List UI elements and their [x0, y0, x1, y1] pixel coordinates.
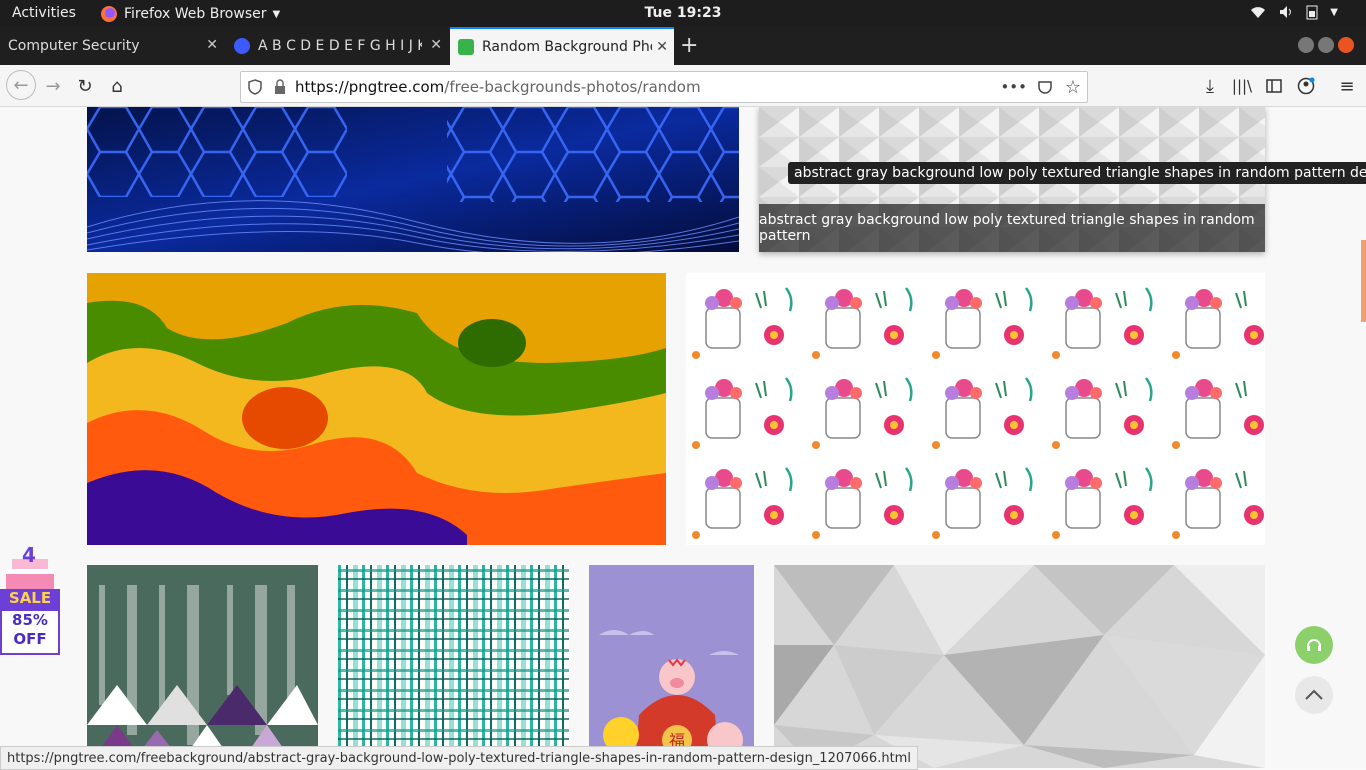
page-actions-button[interactable]: ••• — [1000, 78, 1027, 96]
image-tooltip: abstract gray background low poly textur… — [788, 162, 1366, 184]
battery-icon — [1306, 5, 1318, 20]
thumb-blue-hexagon[interactable] — [87, 107, 739, 252]
window-controls — [1298, 37, 1354, 53]
tracking-shield-icon[interactable] — [247, 79, 263, 95]
image-caption: abstract gray background low poly textur… — [759, 204, 1265, 252]
thumb-green-geometric[interactable] — [87, 565, 318, 768]
close-icon[interactable]: ✕ — [656, 39, 668, 55]
pocket-icon[interactable] — [1037, 79, 1053, 95]
system-top-bar: Activities Firefox Web Browser ▼ Tue 19:… — [0, 0, 1366, 27]
tab-random-background[interactable]: Random Background Pho ✕ — [450, 27, 674, 65]
forward-button[interactable]: → — [40, 73, 66, 99]
url-path: /free-backgrounds-photos/random — [444, 78, 701, 96]
thumb-new-year-pig[interactable]: 福 — [589, 565, 754, 768]
close-window-button[interactable] — [1338, 37, 1354, 53]
site-favicon-icon — [234, 38, 250, 54]
home-button[interactable]: ⌂ — [104, 73, 130, 99]
tab-label: A B C D E D E F G H I J K L — [258, 38, 422, 54]
sidebar-icon[interactable] — [1261, 73, 1287, 99]
thumb-papercut-waves[interactable] — [87, 273, 666, 545]
back-button[interactable]: ← — [6, 70, 36, 100]
new-tab-button[interactable]: + — [680, 33, 698, 58]
pngtree-favicon-icon — [458, 39, 474, 55]
scrollbar-thumb[interactable] — [1361, 240, 1366, 322]
clock[interactable]: Tue 19:23 — [0, 5, 1366, 21]
sale-badge[interactable]: 4 SALE 85% OFF — [0, 543, 60, 655]
headset-icon — [1307, 639, 1321, 651]
sale-discount: 85% OFF — [0, 609, 60, 655]
url-text[interactable]: https://pngtree.com/free-backgrounds-pho… — [295, 78, 701, 96]
account-icon[interactable] — [1293, 73, 1319, 99]
lock-icon[interactable] — [273, 79, 287, 95]
tab-computer-security[interactable]: Computer Security ✕ — [0, 27, 224, 65]
download-icon[interactable]: ⤓ — [1197, 73, 1223, 99]
url-bar[interactable]: https://pngtree.com/free-backgrounds-pho… — [240, 71, 1088, 103]
tab-alphabet[interactable]: A B C D E D E F G H I J K L ✕ — [226, 27, 448, 65]
chevron-down-icon: ▼ — [1330, 7, 1338, 18]
reload-button[interactable]: ↻ — [72, 73, 98, 99]
library-icon[interactable]: |||\ — [1229, 73, 1255, 99]
hamburger-menu-icon[interactable]: ≡ — [1334, 73, 1360, 99]
tab-label: Random Background Pho — [482, 39, 652, 55]
close-icon[interactable]: ✕ — [430, 37, 442, 53]
sale-percent: 85% — [12, 611, 48, 629]
thumb-floral-pattern[interactable] — [686, 273, 1265, 545]
thumb-teal-plaid[interactable] — [338, 565, 569, 768]
sale-label: SALE — [0, 589, 60, 609]
url-host: https://pngtree.com — [295, 78, 445, 96]
support-chat-button[interactable] — [1295, 626, 1333, 664]
minimize-button[interactable] — [1298, 37, 1314, 53]
anniversary-number: 4 — [22, 543, 36, 567]
tab-label: Computer Security — [8, 38, 140, 54]
tab-strip: Computer Security ✕ A B C D E D E F G H … — [0, 27, 1366, 65]
page-content: abstract gray background low poly textur… — [0, 107, 1366, 768]
scroll-to-top-button[interactable] — [1295, 676, 1333, 714]
thumb-gray-low-poly[interactable] — [774, 565, 1265, 768]
sale-off: OFF — [13, 630, 47, 648]
chevron-up-icon — [1305, 689, 1323, 700]
bookmark-star-icon[interactable]: ☆ — [1065, 77, 1081, 98]
status-bar-link: https://pngtree.com/freebackground/abstr… — [0, 746, 918, 770]
wifi-icon — [1251, 7, 1266, 18]
system-tray[interactable]: ▼ — [1250, 4, 1338, 20]
close-icon[interactable]: ✕ — [206, 37, 218, 53]
navigation-toolbar: ← → ↻ ⌂ https://pngtree.com/free-backgro… — [0, 65, 1366, 107]
maximize-button[interactable] — [1318, 37, 1334, 53]
volume-icon — [1280, 6, 1292, 18]
